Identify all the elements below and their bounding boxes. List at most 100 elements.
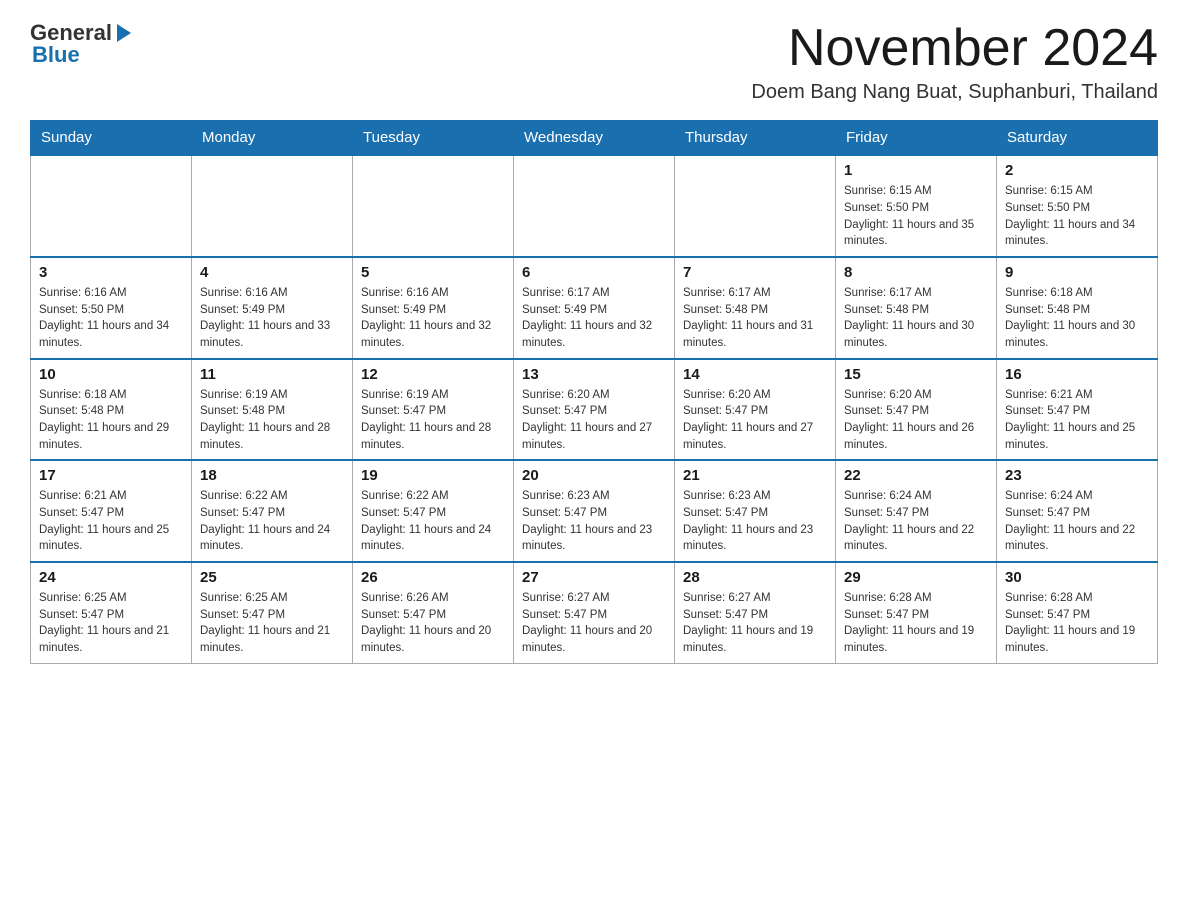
day-number: 25: [200, 569, 344, 586]
day-info: Sunrise: 6:17 AM Sunset: 5:49 PM Dayligh…: [522, 285, 666, 352]
calendar-cell: 26 Sunrise: 6:26 AM Sunset: 5:47 PM Dayli…: [353, 562, 514, 663]
calendar-cell: 21Sunrise: 6:23 AM Sunset: 5:47 PM Dayli…: [675, 460, 836, 562]
day-number: 1: [844, 162, 988, 179]
calendar-cell: 13 Sunrise: 6:20 AM Sunset: 5:47 PM Dayli…: [514, 359, 675, 461]
day-info: Sunrise: 6:23 AM Sunset: 5:47 PM Dayligh…: [522, 488, 666, 555]
day-number: 20: [522, 467, 666, 484]
day-number: 11: [200, 366, 344, 383]
day-number: 26: [361, 569, 505, 586]
day-number: 4: [200, 264, 344, 281]
calendar-header-monday: Monday: [192, 121, 353, 156]
day-number: 17: [39, 467, 183, 484]
day-number: 3: [39, 264, 183, 281]
logo: General Blue: [30, 20, 136, 68]
page-header: General Blue November 2024 Doem Bang Nan…: [30, 20, 1158, 104]
day-info: Sunrise: 6:15 AM Sunset: 5:50 PM Dayligh…: [844, 183, 988, 250]
day-number: 14: [683, 366, 827, 383]
calendar-cell: 8Sunrise: 6:17 AM Sunset: 5:48 PM Daylig…: [836, 257, 997, 359]
day-info: Sunrise: 6:24 AM Sunset: 5:47 PM Dayligh…: [844, 488, 988, 555]
calendar-cell: 23Sunrise: 6:24 AM Sunset: 5:47 PM Dayli…: [997, 460, 1158, 562]
calendar-cell: 20 Sunrise: 6:23 AM Sunset: 5:47 PM Dayli…: [514, 460, 675, 562]
day-info: Sunrise: 6:20 AM Sunset: 5:47 PM Dayligh…: [683, 387, 827, 454]
day-info: Sunrise: 6:16 AM Sunset: 5:49 PM Dayligh…: [361, 285, 505, 352]
calendar-header-sunday: Sunday: [31, 121, 192, 156]
calendar-header-thursday: Thursday: [675, 121, 836, 156]
day-info: Sunrise: 6:28 AM Sunset: 5:47 PM Dayligh…: [844, 590, 988, 657]
day-info: Sunrise: 6:26 AM Sunset: 5:47 PM Dayligh…: [361, 590, 505, 657]
month-year-title: November 2024: [751, 20, 1158, 77]
calendar-header-friday: Friday: [836, 121, 997, 156]
calendar-cell: 9 Sunrise: 6:18 AM Sunset: 5:48 PM Daylig…: [997, 257, 1158, 359]
day-number: 13: [522, 366, 666, 383]
day-number: 5: [361, 264, 505, 281]
day-info: Sunrise: 6:27 AM Sunset: 5:47 PM Dayligh…: [522, 590, 666, 657]
calendar-cell: 15 Sunrise: 6:20 AM Sunset: 5:47 PM Dayli…: [836, 359, 997, 461]
calendar-cell: 30 Sunrise: 6:28 AM Sunset: 5:47 PM Dayli…: [997, 562, 1158, 663]
title-section: November 2024 Doem Bang Nang Buat, Supha…: [751, 20, 1158, 104]
calendar-header-row: SundayMondayTuesdayWednesdayThursdayFrid…: [31, 121, 1158, 156]
calendar-cell: 5 Sunrise: 6:16 AM Sunset: 5:49 PM Daylig…: [353, 257, 514, 359]
calendar-cell: 27 Sunrise: 6:27 AM Sunset: 5:47 PM Dayli…: [514, 562, 675, 663]
day-number: 24: [39, 569, 183, 586]
day-info: Sunrise: 6:21 AM Sunset: 5:47 PM Dayligh…: [39, 488, 183, 555]
calendar-week-row: 17 Sunrise: 6:21 AM Sunset: 5:47 PM Dayli…: [31, 460, 1158, 562]
calendar-cell: 1 Sunrise: 6:15 AM Sunset: 5:50 PM Daylig…: [836, 155, 997, 257]
calendar-cell: 19Sunrise: 6:22 AM Sunset: 5:47 PM Dayli…: [353, 460, 514, 562]
day-info: Sunrise: 6:28 AM Sunset: 5:47 PM Dayligh…: [1005, 590, 1149, 657]
calendar-cell: [31, 155, 192, 257]
calendar-cell: 12 Sunrise: 6:19 AM Sunset: 5:47 PM Dayli…: [353, 359, 514, 461]
day-info: Sunrise: 6:19 AM Sunset: 5:47 PM Dayligh…: [361, 387, 505, 454]
day-info: Sunrise: 6:20 AM Sunset: 5:47 PM Dayligh…: [522, 387, 666, 454]
day-number: 15: [844, 366, 988, 383]
calendar-week-row: 10 Sunrise: 6:18 AM Sunset: 5:48 PM Dayli…: [31, 359, 1158, 461]
location-subtitle: Doem Bang Nang Buat, Suphanburi, Thailan…: [751, 81, 1158, 104]
day-info: Sunrise: 6:15 AM Sunset: 5:50 PM Dayligh…: [1005, 183, 1149, 250]
day-number: 12: [361, 366, 505, 383]
day-number: 18: [200, 467, 344, 484]
calendar-cell: 16 Sunrise: 6:21 AM Sunset: 5:47 PM Dayli…: [997, 359, 1158, 461]
day-number: 9: [1005, 264, 1149, 281]
day-number: 2: [1005, 162, 1149, 179]
day-number: 16: [1005, 366, 1149, 383]
calendar-cell: 7Sunrise: 6:17 AM Sunset: 5:48 PM Daylig…: [675, 257, 836, 359]
logo-arrow-icon: [113, 22, 135, 44]
day-info: Sunrise: 6:16 AM Sunset: 5:50 PM Dayligh…: [39, 285, 183, 352]
calendar-table: SundayMondayTuesdayWednesdayThursdayFrid…: [30, 120, 1158, 663]
day-number: 6: [522, 264, 666, 281]
day-number: 23: [1005, 467, 1149, 484]
calendar-cell: 2 Sunrise: 6:15 AM Sunset: 5:50 PM Daylig…: [997, 155, 1158, 257]
day-info: Sunrise: 6:18 AM Sunset: 5:48 PM Dayligh…: [39, 387, 183, 454]
calendar-cell: [514, 155, 675, 257]
calendar-cell: 6 Sunrise: 6:17 AM Sunset: 5:49 PM Daylig…: [514, 257, 675, 359]
day-info: Sunrise: 6:17 AM Sunset: 5:48 PM Dayligh…: [683, 285, 827, 352]
day-info: Sunrise: 6:27 AM Sunset: 5:47 PM Dayligh…: [683, 590, 827, 657]
day-info: Sunrise: 6:16 AM Sunset: 5:49 PM Dayligh…: [200, 285, 344, 352]
calendar-week-row: 1 Sunrise: 6:15 AM Sunset: 5:50 PM Daylig…: [31, 155, 1158, 257]
calendar-cell: 22 Sunrise: 6:24 AM Sunset: 5:47 PM Dayli…: [836, 460, 997, 562]
logo-blue-text: Blue: [30, 42, 136, 68]
calendar-cell: [353, 155, 514, 257]
calendar-cell: 4 Sunrise: 6:16 AM Sunset: 5:49 PM Daylig…: [192, 257, 353, 359]
day-number: 10: [39, 366, 183, 383]
day-number: 22: [844, 467, 988, 484]
calendar-cell: [192, 155, 353, 257]
day-info: Sunrise: 6:18 AM Sunset: 5:48 PM Dayligh…: [1005, 285, 1149, 352]
day-number: 30: [1005, 569, 1149, 586]
calendar-cell: 17 Sunrise: 6:21 AM Sunset: 5:47 PM Dayli…: [31, 460, 192, 562]
calendar-cell: 25 Sunrise: 6:25 AM Sunset: 5:47 PM Dayli…: [192, 562, 353, 663]
calendar-header-wednesday: Wednesday: [514, 121, 675, 156]
day-info: Sunrise: 6:25 AM Sunset: 5:47 PM Dayligh…: [200, 590, 344, 657]
calendar-cell: 10 Sunrise: 6:18 AM Sunset: 5:48 PM Dayli…: [31, 359, 192, 461]
calendar-cell: 11 Sunrise: 6:19 AM Sunset: 5:48 PM Dayli…: [192, 359, 353, 461]
day-info: Sunrise: 6:19 AM Sunset: 5:48 PM Dayligh…: [200, 387, 344, 454]
calendar-header-tuesday: Tuesday: [353, 121, 514, 156]
calendar-cell: 14 Sunrise: 6:20 AM Sunset: 5:47 PM Dayli…: [675, 359, 836, 461]
day-number: 29: [844, 569, 988, 586]
day-info: Sunrise: 6:21 AM Sunset: 5:47 PM Dayligh…: [1005, 387, 1149, 454]
calendar-header-saturday: Saturday: [997, 121, 1158, 156]
day-info: Sunrise: 6:17 AM Sunset: 5:48 PM Dayligh…: [844, 285, 988, 352]
day-info: Sunrise: 6:20 AM Sunset: 5:47 PM Dayligh…: [844, 387, 988, 454]
day-number: 27: [522, 569, 666, 586]
calendar-cell: 29 Sunrise: 6:28 AM Sunset: 5:47 PM Dayli…: [836, 562, 997, 663]
calendar-week-row: 3 Sunrise: 6:16 AM Sunset: 5:50 PM Daylig…: [31, 257, 1158, 359]
